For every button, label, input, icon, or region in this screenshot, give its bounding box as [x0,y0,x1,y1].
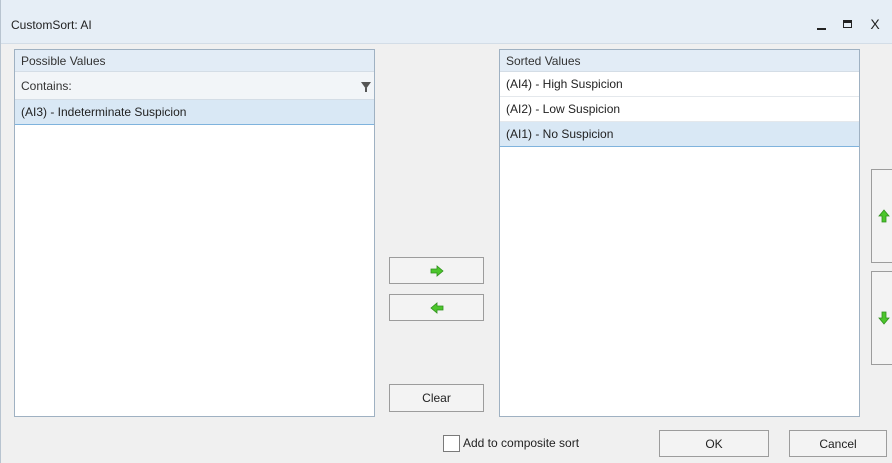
maximize-button[interactable] [835,14,859,34]
arrow-left-icon [429,301,443,314]
composite-sort-label: Add to composite sort [463,436,580,450]
minimize-icon [816,28,826,30]
ok-button[interactable]: OK [659,430,769,457]
minimize-button[interactable] [809,14,833,34]
possible-values-panel: Possible Values Contains: (AI3) - Indete… [14,49,375,417]
possible-values-header: Possible Values [15,50,374,72]
move-left-button[interactable] [389,294,484,321]
move-right-button[interactable] [389,257,484,284]
contains-filter[interactable]: Contains: [15,72,374,100]
composite-sort-checkbox[interactable] [443,434,460,452]
sorted-values-header: Sorted Values [500,50,859,72]
clear-button[interactable]: Clear [389,384,484,412]
maximize-icon [842,20,852,28]
cancel-button[interactable]: Cancel [789,430,887,457]
contains-label: Contains: [21,79,72,93]
move-up-button[interactable] [871,169,892,263]
sorted-values-panel: Sorted Values (AI4) - High Suspicion (AI2… [499,49,860,417]
arrow-down-icon [878,311,890,325]
close-button[interactable]: X [863,14,887,34]
list-item[interactable]: (AI2) - Low Suspicion [500,97,859,122]
composite-sort-option[interactable]: Add to composite sort [443,433,579,453]
move-down-button[interactable] [871,271,892,365]
list-item[interactable]: (AI4) - High Suspicion [500,72,859,97]
list-item[interactable]: (AI3) - Indeterminate Suspicion [15,100,374,125]
custom-sort-dialog: CustomSort: AI X Possible Values Contain… [0,0,892,463]
arrow-up-icon [878,209,890,223]
close-icon: X [870,16,880,32]
title-bar[interactable]: CustomSort: AI X [1,0,892,44]
possible-values-list[interactable]: (AI3) - Indeterminate Suspicion [15,100,374,125]
sorted-values-list[interactable]: (AI4) - High Suspicion (AI2) - Low Suspic… [500,72,859,147]
list-item[interactable]: (AI1) - No Suspicion [500,122,859,147]
window-title: CustomSort: AI [11,18,92,32]
arrow-right-icon [430,264,444,277]
filter-icon[interactable] [361,82,371,92]
